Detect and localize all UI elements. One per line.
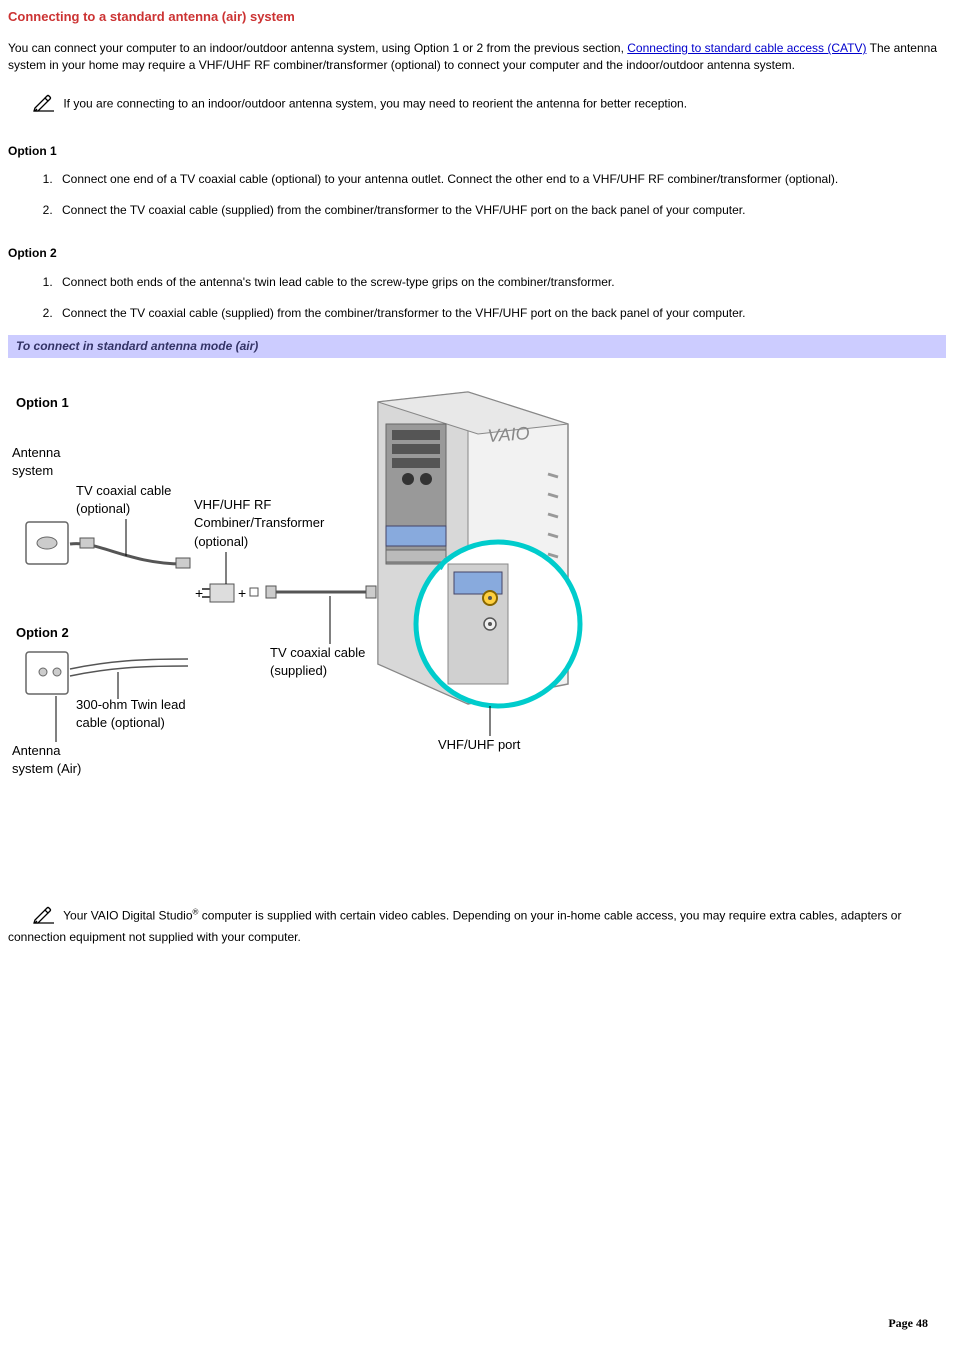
option-1-heading: Option 1 — [8, 143, 946, 160]
svg-text:VAIO: VAIO — [487, 423, 530, 446]
option-2-steps: Connect both ends of the antenna's twin … — [8, 274, 946, 322]
option-1-steps: Connect one end of a TV coaxial cable (o… — [8, 171, 946, 219]
intro-paragraph: You can connect your computer to an indo… — [8, 40, 946, 74]
note-reorient-text: If you are connecting to an indoor/outdo… — [60, 96, 687, 110]
option-2-heading: Option 2 — [8, 245, 946, 262]
pen-icon — [32, 92, 56, 117]
list-item: Connect the TV coaxial cable (supplied) … — [56, 202, 946, 219]
page-title: Connecting to a standard antenna (air) s… — [8, 8, 946, 26]
diagram: Option 1 Antenna system TV coaxial cable… — [8, 364, 946, 844]
diagram-banner: To connect in standard antenna mode (air… — [8, 335, 946, 358]
list-item: Connect both ends of the antenna's twin … — [56, 274, 946, 291]
intro-part-1: You can connect your computer to an indo… — [8, 41, 627, 55]
svg-text:+: + — [238, 585, 246, 601]
list-item: Connect one end of a TV coaxial cable (o… — [56, 171, 946, 188]
list-item: Connect the TV coaxial cable (supplied) … — [56, 305, 946, 322]
note-cables-text-1: Your VAIO Digital Studio — [60, 909, 193, 923]
svg-text:+: + — [195, 585, 203, 601]
page-number: Page 48 — [888, 1315, 928, 1332]
note-cables: Your VAIO Digital Studio® computer is su… — [8, 904, 946, 946]
diagram-drawing: + + — [8, 364, 608, 844]
catv-link[interactable]: Connecting to standard cable access (CAT… — [627, 41, 866, 55]
pen-icon — [32, 904, 56, 929]
note-reorient: If you are connecting to an indoor/outdo… — [8, 92, 946, 117]
